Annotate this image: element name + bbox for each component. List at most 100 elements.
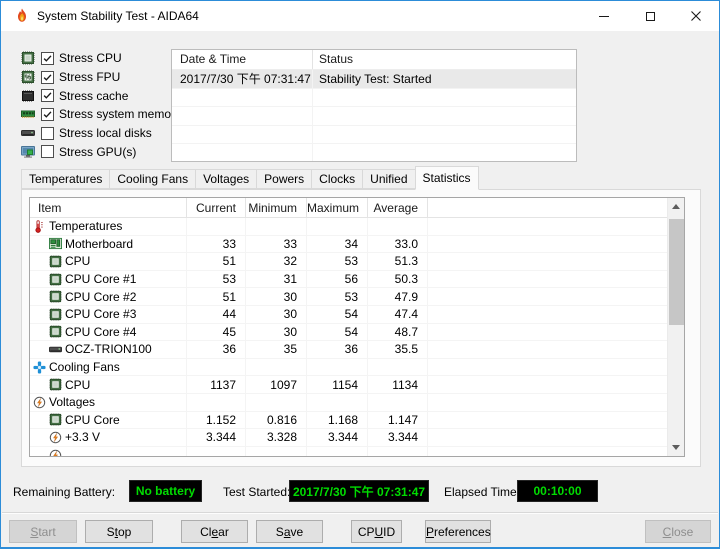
stats-group-row[interactable]: Voltages (30, 393, 667, 412)
maximize-button[interactable] (627, 1, 673, 31)
column-item[interactable]: Item (30, 198, 187, 217)
stats-current-cell: 3.344 (187, 429, 246, 446)
tab-statistics[interactable]: Statistics (414, 166, 479, 190)
stats-average-cell: 1134 (368, 376, 428, 393)
cpuid-button[interactable]: CPUID (351, 520, 402, 543)
column-maximum[interactable]: Maximum (307, 198, 368, 217)
stress-memory-checkbox[interactable] (41, 107, 54, 121)
stats-row[interactable]: CPU 51 32 53 51.3 (30, 253, 667, 271)
stress-gpus-label[interactable]: Stress GPU(s) (59, 145, 136, 159)
scroll-up-icon (672, 204, 680, 209)
stats-current-cell (187, 218, 246, 235)
stats-row[interactable]: CPU Core #4 45 30 54 48.7 (30, 323, 667, 342)
chip-icon (49, 307, 62, 321)
tab-powers[interactable]: Powers (256, 169, 313, 189)
stress-cpu-checkbox[interactable] (41, 51, 54, 65)
log-column-datetime[interactable]: Date & Time (172, 50, 313, 69)
stats-maximum-cell (307, 393, 368, 411)
stats-current-cell: 51 (187, 288, 246, 305)
column-average[interactable]: Average (368, 198, 428, 217)
stats-row[interactable]: CPU 1137 1097 1154 1134 (30, 376, 667, 394)
stats-current-cell: 1.152 (187, 411, 246, 429)
close-window-button[interactable] (673, 1, 719, 31)
column-current[interactable]: Current (187, 198, 246, 217)
stats-current-cell: 36 (187, 341, 246, 358)
stress-cpu-label[interactable]: Stress CPU (59, 51, 122, 65)
stats-item-label: Cooling Fans (49, 360, 120, 375)
stats-item-cell: Voltages (30, 393, 187, 411)
stats-maximum-cell: 1.168 (307, 411, 368, 429)
window-controls (581, 1, 719, 31)
stress-disks-checkbox[interactable] (41, 126, 54, 140)
stats-current-cell: 51 (187, 253, 246, 270)
log-empty-row (172, 107, 576, 126)
tab-clocks[interactable]: Clocks (311, 169, 364, 189)
stats-item-cell: CPU Core #4 (30, 323, 187, 341)
vertical-scrollbar[interactable] (667, 198, 684, 456)
preferences-button[interactable]: Preferences (425, 520, 491, 543)
stress-option-cpu: Stress CPU (21, 49, 181, 68)
log-column-status[interactable]: Status (313, 50, 576, 69)
stats-row[interactable]: +3.3 V 3.344 3.328 3.344 3.344 (30, 429, 667, 447)
tab-cooling-fans[interactable]: Cooling Fans (109, 169, 197, 189)
stats-minimum-cell: 30 (246, 323, 307, 341)
stress-cache-label[interactable]: Stress cache (59, 89, 128, 103)
stats-item-cell: OCZ-TRION100 (30, 341, 187, 358)
stats-current-cell: 33 (187, 235, 246, 253)
stats-average-cell: 50.3 (368, 270, 428, 288)
stats-minimum-cell: 1097 (246, 376, 307, 393)
chip-icon (49, 290, 62, 304)
stress-memory-label[interactable]: Stress system memory (59, 107, 181, 121)
stats-group-row[interactable]: Cooling Fans (30, 358, 667, 377)
stats-average-cell (368, 446, 428, 456)
stress-disks-label[interactable]: Stress local disks (59, 126, 152, 140)
stats-minimum-cell: 0.816 (246, 411, 307, 429)
stats-minimum-cell: 30 (246, 288, 307, 305)
stats-maximum-cell: 34 (307, 235, 368, 253)
scrollbar-up-button[interactable] (668, 198, 684, 215)
stress-cache-checkbox[interactable] (41, 89, 54, 103)
tab-voltages[interactable]: Voltages (195, 169, 258, 189)
scrollbar-thumb[interactable] (669, 219, 684, 325)
log-row[interactable]: 2017/7/30 下午 07:31:47 Stability Test: St… (172, 70, 576, 89)
save-button[interactable]: Save (256, 520, 323, 543)
stats-row[interactable]: CPU Core #3 44 30 54 47.4 (30, 305, 667, 324)
stress-option-cache: Stress cache (21, 86, 181, 105)
stats-table-body: Temperatures Motherboard 33 33 34 33.0 C… (30, 218, 667, 456)
button-separator (2, 512, 718, 514)
stress-fpu-label[interactable]: Stress FPU (59, 70, 120, 84)
stats-group-row[interactable]: Temperatures (30, 218, 667, 236)
clear-button[interactable]: Clear (181, 520, 248, 543)
stats-item-cell: CPU Core #3 (30, 305, 187, 323)
stats-maximum-cell: 54 (307, 323, 368, 341)
stop-button[interactable]: Stop (85, 520, 153, 543)
stats-minimum-cell: 30 (246, 305, 307, 323)
minimize-icon (599, 15, 609, 17)
stats-row[interactable]: Motherboard 33 33 34 33.0 (30, 235, 667, 254)
close-icon (691, 11, 701, 21)
column-minimum[interactable]: Minimum (246, 198, 307, 217)
stats-item-label: Motherboard (65, 236, 134, 251)
stats-item-label: Voltages (49, 395, 96, 410)
tab-temperatures[interactable]: Temperatures (21, 169, 111, 189)
stats-maximum-cell: 53 (307, 253, 368, 270)
stats-average-cell: 48.7 (368, 323, 428, 341)
stress-gpus-checkbox[interactable] (41, 145, 54, 159)
stats-row[interactable] (30, 446, 667, 456)
gpu-icon (21, 145, 35, 159)
stats-row[interactable]: CPU Core #1 53 31 56 50.3 (30, 270, 667, 289)
stats-average-cell: 35.5 (368, 341, 428, 358)
stats-table-header: Item Current Minimum Maximum Average (30, 198, 667, 218)
tab-strip: Temperatures Cooling Fans Voltages Power… (21, 166, 699, 190)
minimize-button[interactable] (581, 1, 627, 31)
stats-average-cell (368, 393, 428, 411)
stats-item-label: CPU Core #4 (65, 324, 137, 339)
scrollbar-down-button[interactable] (668, 439, 684, 456)
stress-fpu-checkbox[interactable] (41, 70, 54, 84)
stats-row[interactable]: CPU Core 1.152 0.816 1.168 1.147 (30, 411, 667, 430)
chip-icon (49, 325, 62, 339)
stats-row[interactable]: CPU Core #2 51 30 53 47.9 (30, 288, 667, 306)
tab-unified[interactable]: Unified (362, 169, 416, 189)
stats-row[interactable]: OCZ-TRION100 36 35 36 35.5 (30, 341, 667, 359)
svg-text:%: % (25, 73, 32, 82)
